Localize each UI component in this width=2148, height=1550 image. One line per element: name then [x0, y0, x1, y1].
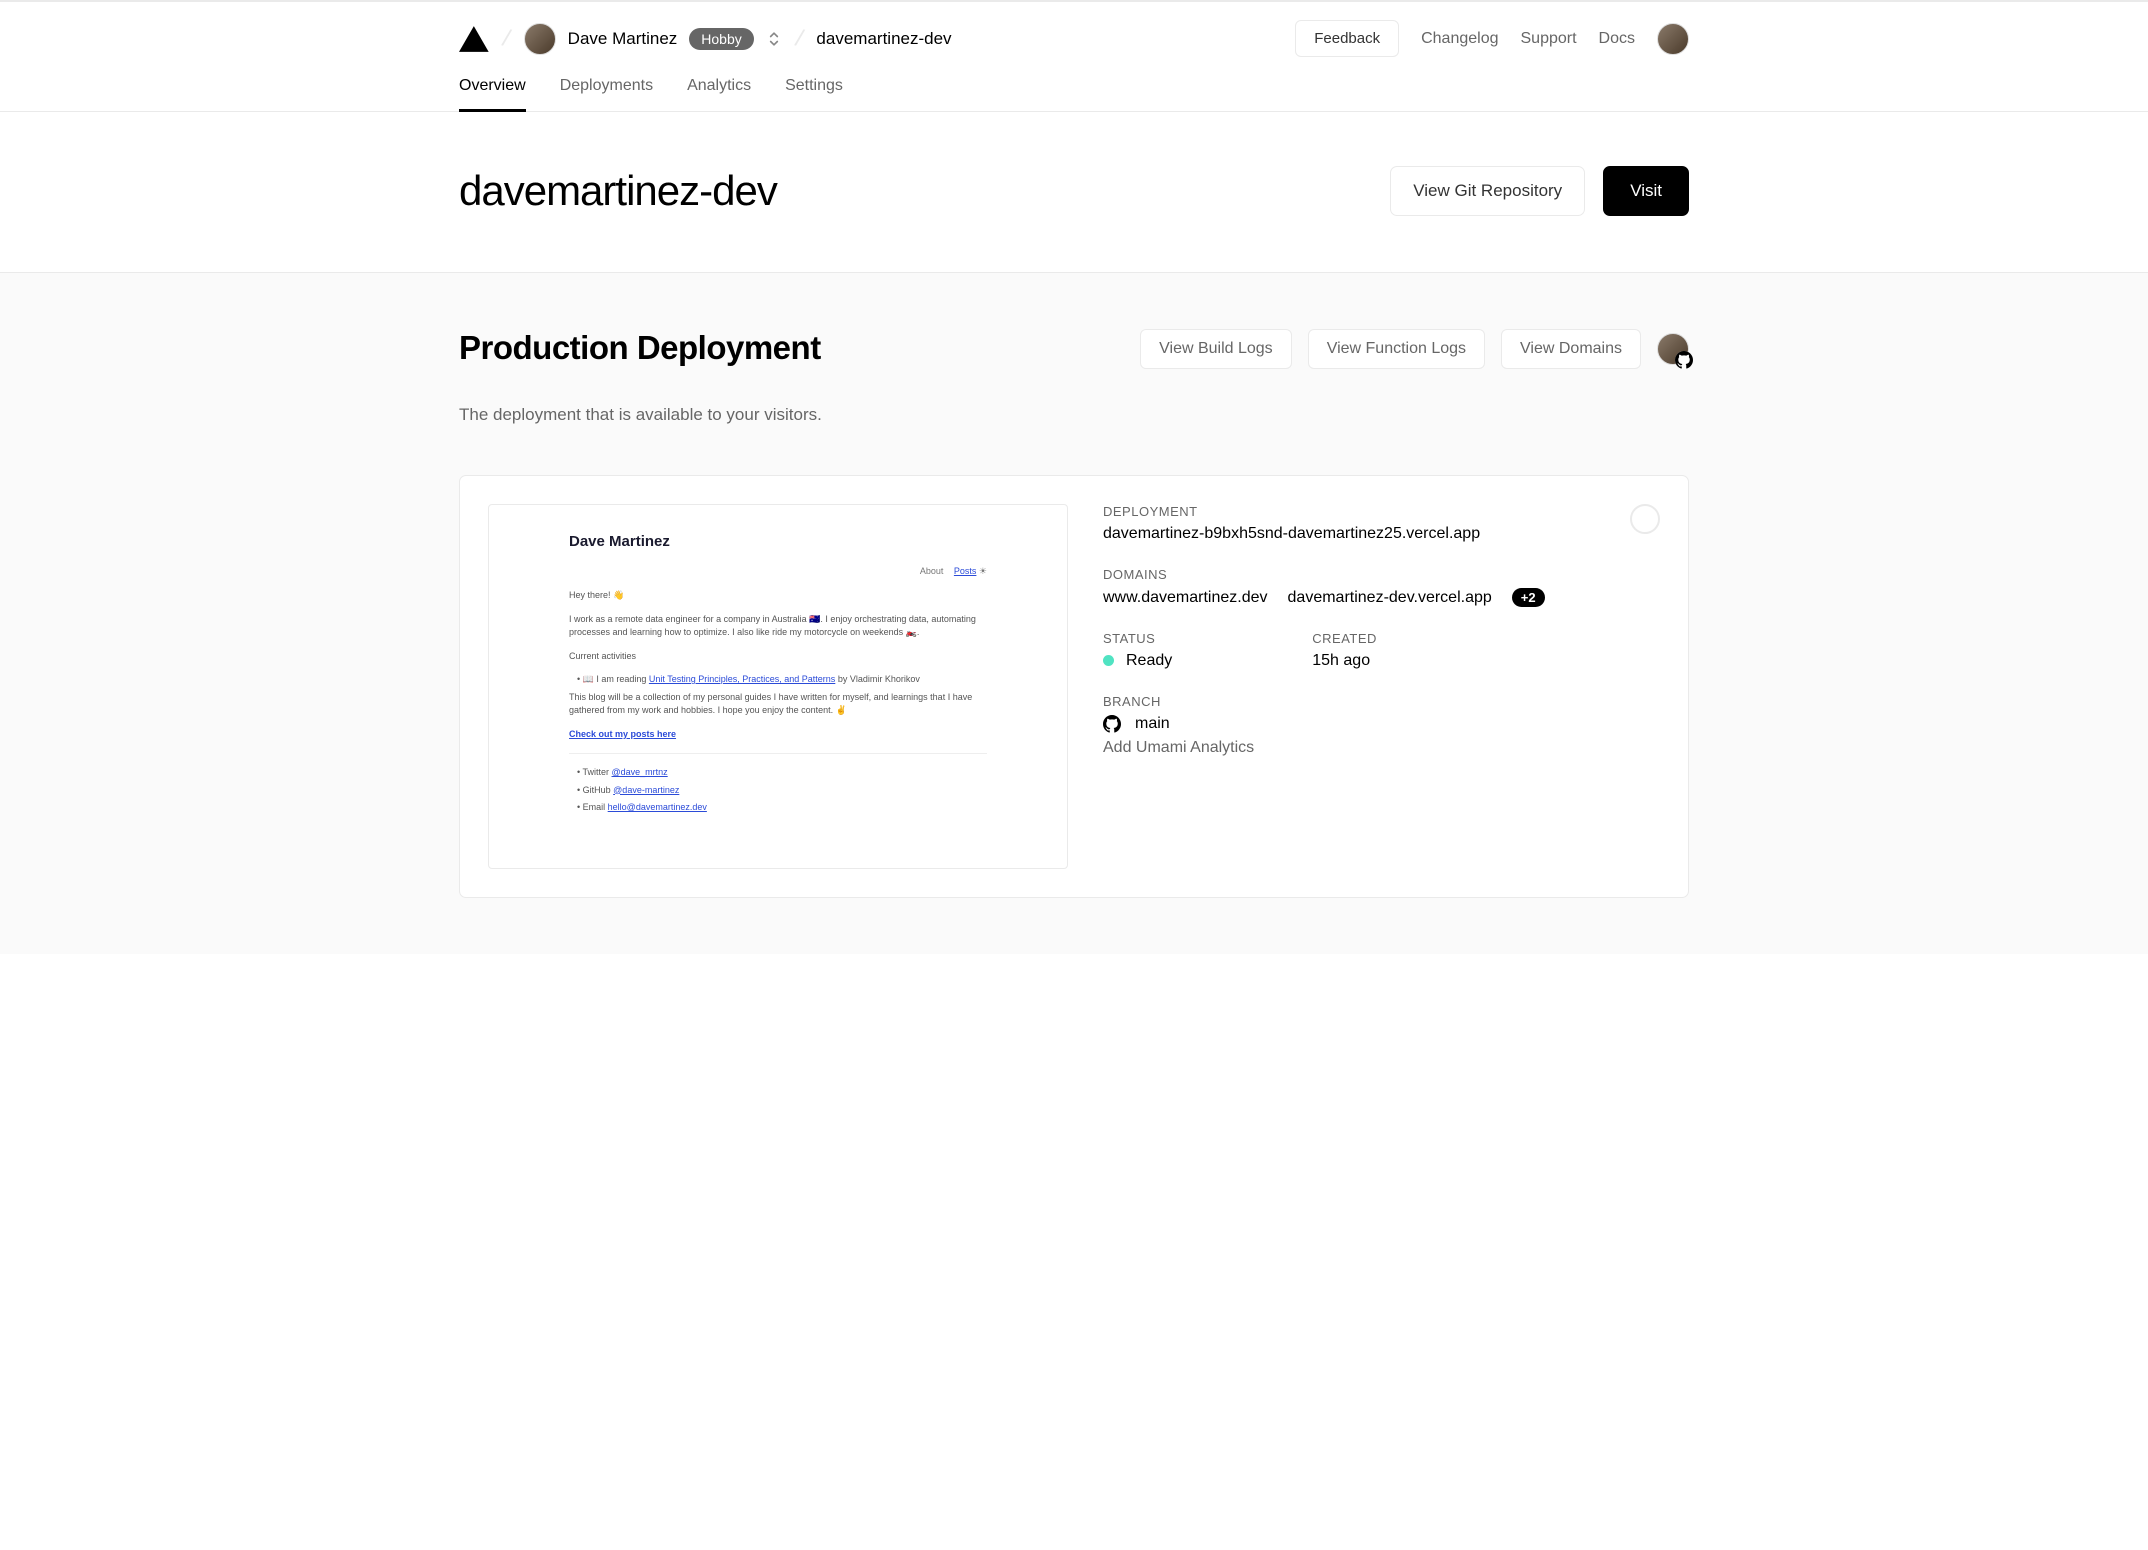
deployment-label: DEPLOYMENT: [1103, 504, 1660, 519]
deployment-url[interactable]: davemartinez-b9bxh5snd-davemartinez25.ve…: [1103, 525, 1660, 543]
tab-settings[interactable]: Settings: [785, 77, 843, 111]
tab-analytics[interactable]: Analytics: [687, 77, 751, 111]
project-tabs: Overview Deployments Analytics Settings: [459, 57, 1689, 111]
support-link[interactable]: Support: [1521, 30, 1577, 48]
team-scope-selector[interactable]: Dave Martinez Hobby: [524, 23, 782, 55]
view-git-repository-button[interactable]: View Git Repository: [1390, 166, 1585, 216]
user-name: Dave Martinez: [568, 29, 678, 49]
view-build-logs-button[interactable]: View Build Logs: [1140, 329, 1292, 369]
visit-button[interactable]: Visit: [1603, 166, 1689, 216]
domains-label: DOMAINS: [1103, 567, 1660, 582]
created-value: 15h ago: [1312, 652, 1377, 670]
status-label: STATUS: [1103, 631, 1172, 646]
status-value: Ready: [1126, 652, 1172, 669]
tab-deployments[interactable]: Deployments: [560, 77, 653, 111]
author-avatar[interactable]: [1657, 333, 1689, 365]
plan-badge: Hobby: [689, 28, 753, 50]
breadcrumb-divider: /: [792, 24, 806, 53]
account-avatar-button[interactable]: [1657, 23, 1689, 55]
status-ready-icon: [1103, 655, 1114, 666]
view-function-logs-button[interactable]: View Function Logs: [1308, 329, 1485, 369]
github-badge-icon: [1675, 351, 1693, 369]
branch-name[interactable]: main: [1135, 715, 1170, 733]
deployment-preview-thumbnail[interactable]: Dave Martinez About Posts ☀ Hey there! 👋…: [488, 504, 1068, 869]
changelog-link[interactable]: Changelog: [1421, 30, 1498, 48]
feedback-button[interactable]: Feedback: [1295, 20, 1399, 57]
github-icon: [1103, 715, 1121, 733]
docs-link[interactable]: Docs: [1599, 30, 1635, 48]
preview-site-title: Dave Martinez: [569, 533, 987, 550]
domain-secondary[interactable]: davemartinez-dev.vercel.app: [1288, 589, 1492, 607]
tab-overview[interactable]: Overview: [459, 77, 526, 112]
domain-primary[interactable]: www.davemartinez.dev: [1103, 589, 1268, 607]
created-label: CREATED: [1312, 631, 1377, 646]
domain-extra-count-badge[interactable]: +2: [1512, 588, 1545, 607]
deployment-card: Dave Martinez About Posts ☀ Hey there! 👋…: [459, 475, 1689, 898]
view-domains-button[interactable]: View Domains: [1501, 329, 1641, 369]
vercel-logo-icon[interactable]: [459, 26, 489, 52]
chevron-selector-icon[interactable]: [766, 29, 782, 49]
production-deployment-heading: Production Deployment: [459, 329, 822, 367]
project-crumb[interactable]: davemartinez-dev: [816, 29, 951, 49]
commit-message[interactable]: Add Umami Analytics: [1103, 739, 1660, 757]
user-avatar-icon: [524, 23, 556, 55]
project-title: davemartinez-dev: [459, 167, 777, 215]
loading-spinner-icon: [1630, 504, 1660, 534]
production-deployment-subtitle: The deployment that is available to your…: [459, 405, 822, 425]
breadcrumb-divider: /: [499, 24, 513, 53]
branch-label: BRANCH: [1103, 694, 1660, 709]
